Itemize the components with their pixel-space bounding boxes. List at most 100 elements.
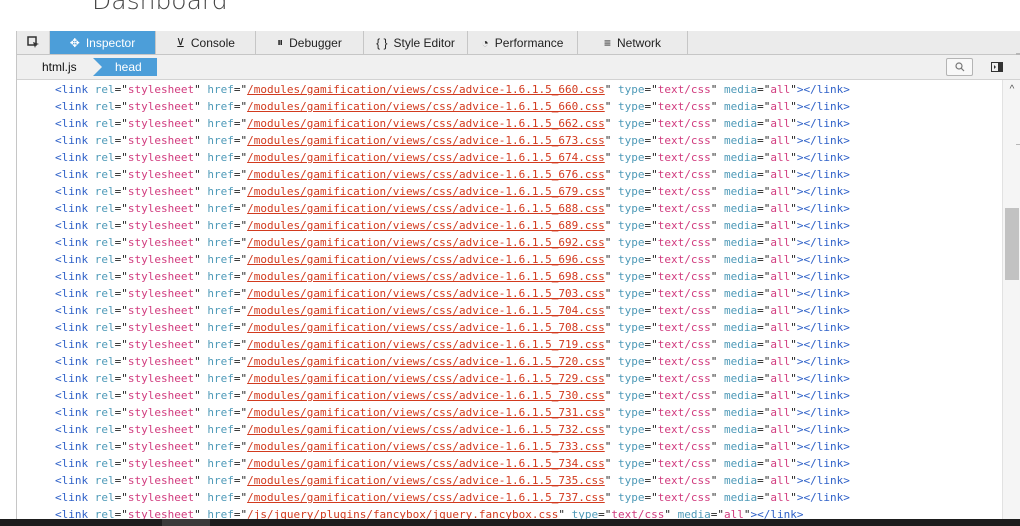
attr-name: rel <box>94 304 115 317</box>
attr-value: stylesheet <box>127 389 195 402</box>
href-link[interactable]: /modules/gamification/views/css/advice-1… <box>247 355 605 368</box>
attr-value: all <box>770 117 791 130</box>
attr-eq: =" <box>644 100 658 113</box>
attr-name: rel <box>94 83 115 96</box>
href-link[interactable]: /modules/gamification/views/css/advice-1… <box>247 83 605 96</box>
markup-node-line[interactable]: <link rel="stylesheet" href="/modules/ga… <box>55 98 850 115</box>
href-link[interactable]: /modules/gamification/views/css/advice-1… <box>247 253 605 266</box>
markup-node-line[interactable]: <link rel="stylesheet" href="/modules/ga… <box>55 336 850 353</box>
markup-node-line[interactable]: <link rel="stylesheet" href="/modules/ga… <box>55 421 850 438</box>
attr-name: media <box>723 372 758 385</box>
href-link[interactable]: /modules/gamification/views/css/advice-1… <box>247 406 605 419</box>
href-link[interactable]: /modules/gamification/views/css/advice-1… <box>247 202 605 215</box>
attr-name: rel <box>94 253 115 266</box>
attr-name: rel <box>94 457 115 470</box>
href-link[interactable]: /modules/gamification/views/css/advice-1… <box>247 321 605 334</box>
search-button[interactable] <box>946 58 973 76</box>
href-link[interactable]: /modules/gamification/views/css/advice-1… <box>247 389 605 402</box>
href-link[interactable]: /modules/gamification/views/css/advice-1… <box>247 236 605 249</box>
href-link[interactable]: /modules/gamification/views/css/advice-1… <box>247 270 605 283</box>
markup-node-line[interactable]: <link rel="stylesheet" href="/modules/ga… <box>55 132 850 149</box>
markup-node-line[interactable]: <link rel="stylesheet" href="/modules/ga… <box>55 489 850 506</box>
tab-debugger[interactable]: ⏸ Debugger <box>256 31 364 54</box>
tab-inspector[interactable]: ✥ Inspector <box>50 31 156 54</box>
href-link[interactable]: /modules/gamification/views/css/advice-1… <box>247 423 605 436</box>
href-link[interactable]: /modules/gamification/views/css/advice-1… <box>247 185 605 198</box>
toggle-sidebar-button[interactable] <box>984 58 1010 76</box>
attr-quote: " <box>194 168 208 181</box>
attr-eq: =" <box>114 338 128 351</box>
attr-eq: =" <box>644 338 658 351</box>
href-link[interactable]: /modules/gamification/views/css/advice-1… <box>247 304 605 317</box>
markup-node-line[interactable]: <link rel="stylesheet" href="/modules/ga… <box>55 149 850 166</box>
attr-eq: =" <box>757 185 771 198</box>
href-link[interactable]: /modules/gamification/views/css/advice-1… <box>247 457 605 470</box>
href-link[interactable]: /modules/gamification/views/css/advice-1… <box>247 100 605 113</box>
tag-open: < <box>55 117 62 130</box>
markup-node-line[interactable]: <link rel="stylesheet" href="/modules/ga… <box>55 166 850 183</box>
attr-quote: " <box>790 338 797 351</box>
attr-value: stylesheet <box>127 287 195 300</box>
attr-name: href <box>207 338 234 351</box>
attr-value: all <box>770 338 791 351</box>
attr-quote: " <box>604 134 618 147</box>
href-link[interactable]: /modules/gamification/views/css/advice-1… <box>247 151 605 164</box>
markup-node-line[interactable]: <link rel="stylesheet" href="/modules/ga… <box>55 183 850 200</box>
attr-value: all <box>770 457 791 470</box>
tab-network[interactable]: ≡ Network <box>578 31 688 54</box>
href-link[interactable]: /modules/gamification/views/css/advice-1… <box>247 134 605 147</box>
markup-node-line[interactable]: <link rel="stylesheet" href="/modules/ga… <box>55 353 850 370</box>
markup-node-line[interactable]: <link rel="stylesheet" href="/modules/ga… <box>55 251 850 268</box>
tag-open: < <box>55 185 62 198</box>
markup-node-line[interactable]: <link rel="stylesheet" href="/modules/ga… <box>55 404 850 421</box>
tab-console[interactable]: ⊻ Console <box>156 31 256 54</box>
markup-node-line[interactable]: <link rel="stylesheet" href="/modules/ga… <box>55 268 850 285</box>
markup-node-line[interactable]: <link rel="stylesheet" href="/modules/ga… <box>55 200 850 217</box>
markup-node-line[interactable]: <link rel="stylesheet" href="/modules/ga… <box>55 302 850 319</box>
attr-name: href <box>207 219 234 232</box>
href-link[interactable]: /modules/gamification/views/css/advice-1… <box>247 440 605 453</box>
markup-node-line[interactable]: <link rel="stylesheet" href="/modules/ga… <box>55 115 850 132</box>
tag-close: ></link> <box>796 202 850 215</box>
markup-node-line[interactable]: <link rel="stylesheet" href="/modules/ga… <box>55 285 850 302</box>
href-link[interactable]: /modules/gamification/views/css/advice-1… <box>247 219 605 232</box>
href-link[interactable]: /modules/gamification/views/css/advice-1… <box>247 117 605 130</box>
markup-node-line[interactable]: <link rel="stylesheet" href="/modules/ga… <box>55 455 850 472</box>
tab-performance[interactable]: ◔ Performance <box>468 31 578 54</box>
href-link[interactable]: /modules/gamification/views/css/advice-1… <box>247 287 605 300</box>
markup-view[interactable]: <link rel="stylesheet" href="/modules/ga… <box>17 80 1002 526</box>
tag-name: link <box>61 185 89 198</box>
href-link[interactable]: /modules/gamification/views/css/advice-1… <box>247 372 605 385</box>
markup-node-line[interactable]: <link rel="stylesheet" href="/modules/ga… <box>55 319 850 336</box>
href-link[interactable]: /modules/gamification/views/css/advice-1… <box>247 491 605 504</box>
scroll-up-arrow-icon[interactable]: ^ <box>1003 82 1020 96</box>
href-link[interactable]: /modules/gamification/views/css/advice-1… <box>247 168 605 181</box>
element-picker-button[interactable] <box>17 31 50 54</box>
attr-name: media <box>723 117 758 130</box>
vertical-scrollbar[interactable]: ^ <box>1002 80 1020 526</box>
attr-eq: =" <box>233 423 248 436</box>
attr-eq: =" <box>757 117 771 130</box>
markup-node-line[interactable]: <link rel="stylesheet" href="/modules/ga… <box>55 217 850 234</box>
attr-name: href <box>207 304 234 317</box>
breadcrumb-item-html[interactable]: html.js <box>17 58 103 76</box>
attr-name: media <box>723 287 758 300</box>
tab-style-editor[interactable]: { } Style Editor <box>364 31 468 54</box>
href-link[interactable]: /modules/gamification/views/css/advice-1… <box>247 338 605 351</box>
markup-node-line[interactable]: <link rel="stylesheet" href="/modules/ga… <box>55 472 850 489</box>
markup-node-line[interactable]: <link rel="stylesheet" href="/modules/ga… <box>55 370 850 387</box>
tag-open: < <box>55 338 62 351</box>
attr-eq: =" <box>644 134 658 147</box>
attr-eq: =" <box>644 457 658 470</box>
attr-eq: =" <box>644 219 658 232</box>
markup-node-line[interactable]: <link rel="stylesheet" href="/modules/ga… <box>55 81 850 98</box>
attr-eq: =" <box>644 474 658 487</box>
markup-node-line[interactable]: <link rel="stylesheet" href="/modules/ga… <box>55 387 850 404</box>
markup-node-line[interactable]: <link rel="stylesheet" href="/modules/ga… <box>55 234 850 251</box>
scrollbar-thumb[interactable] <box>1005 208 1019 280</box>
markup-node-line[interactable]: <link rel="stylesheet" href="/modules/ga… <box>55 438 850 455</box>
attr-name: type <box>617 287 645 300</box>
tag-open: < <box>55 355 62 368</box>
href-link[interactable]: /modules/gamification/views/css/advice-1… <box>247 474 605 487</box>
breadcrumb-item-head[interactable]: head <box>93 58 157 76</box>
